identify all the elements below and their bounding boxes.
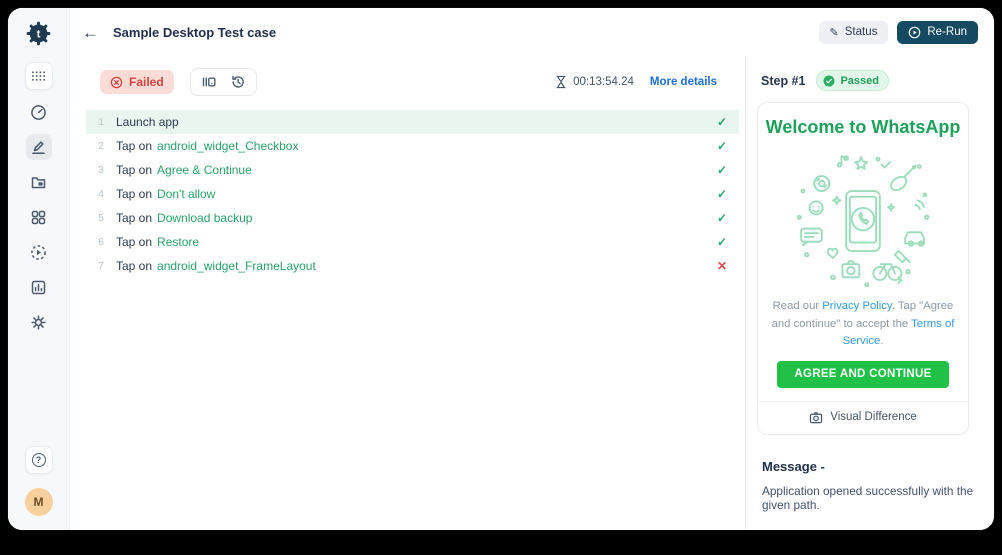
step-number: 3 [86, 165, 116, 176]
status-button[interactable]: ✎ Status [819, 21, 889, 44]
question-mark-icon: ? [32, 453, 46, 467]
hourglass-icon [555, 75, 567, 89]
passed-status-badge: Passed [816, 70, 889, 91]
step-action: Tap on [116, 211, 152, 225]
test-editor-pencil-icon[interactable] [26, 134, 52, 160]
test-runs-play-icon[interactable] [26, 239, 52, 265]
step-passed-icon: ✓ [717, 163, 727, 177]
left-nav-rail: t [8, 8, 70, 530]
privacy-pre: Read our [773, 300, 823, 312]
privacy-post: . [880, 335, 883, 347]
passed-badge-label: Passed [840, 75, 879, 87]
step-target: Restore [157, 235, 199, 249]
user-avatar[interactable]: M [25, 488, 53, 516]
whatsapp-doodle-illustration [788, 146, 938, 296]
step-number: 4 [86, 189, 116, 200]
step-number: 1 [86, 117, 116, 128]
logo-letter: t [37, 28, 41, 40]
duration-timer: 00:13:54.24 [555, 75, 634, 89]
circle-x-icon [110, 76, 123, 89]
step-target: android_widget_Checkbox [157, 139, 298, 153]
more-details-link[interactable]: More details [650, 76, 717, 88]
settings-gear-icon[interactable] [26, 309, 52, 335]
step-row-5[interactable]: 5 Tap on Download backup ✓ [86, 206, 739, 230]
step-row-7[interactable]: 7 Tap on android_widget_FrameLayout ✕ [86, 254, 739, 278]
failed-badge-label: Failed [129, 75, 164, 89]
step-number: 6 [86, 237, 116, 248]
message-body: Application opened successfully with the… [762, 484, 978, 512]
step-action: Tap on [116, 187, 152, 201]
reports-chart-icon[interactable] [26, 274, 52, 300]
check-circle-icon [823, 75, 835, 87]
step-passed-icon: ✓ [717, 115, 727, 129]
dashboard-gauge-icon[interactable] [26, 99, 52, 125]
step-passed-icon: ✓ [717, 211, 727, 225]
step-detail-title: Step #1 [761, 74, 805, 88]
back-arrow-icon[interactable]: ← [82, 24, 99, 41]
step-target: android_widget_FrameLayout [157, 259, 316, 273]
agree-and-continue-button[interactable]: AGREE AND CONTINUE [777, 361, 949, 388]
projects-folder-icon[interactable] [26, 169, 52, 195]
failed-status-badge[interactable]: Failed [100, 70, 174, 94]
step-action: Tap on [116, 139, 152, 153]
step-target: Don't allow [157, 187, 215, 201]
step-row-6[interactable]: 6 Tap on Restore ✓ [86, 230, 739, 254]
view-toggle-group [190, 68, 257, 96]
edit-pencil-icon: ✎ [830, 26, 839, 39]
step-failed-icon: ✕ [717, 259, 727, 273]
camera-icon [809, 411, 823, 424]
step-passed-icon: ✓ [717, 187, 727, 201]
brand-gear-logo[interactable]: t [26, 21, 51, 46]
step-row-3[interactable]: 3 Tap on Agree & Continue ✓ [86, 158, 739, 182]
privacy-text: Read our Privacy Policy. Tap "Agree and … [771, 298, 955, 351]
apps-grid-icon[interactable] [25, 62, 53, 90]
step-target: Download backup [157, 211, 252, 225]
compare-view-icon[interactable] [201, 74, 217, 90]
step-detail-panel: Step #1 Passed Welcome to WhatsApp [746, 56, 994, 530]
step-row-4[interactable]: 4 Tap on Don't allow ✓ [86, 182, 739, 206]
device-screenshot-card: Welcome to WhatsApp [757, 102, 969, 435]
modules-grid-icon[interactable] [26, 204, 52, 230]
status-button-label: Status [845, 26, 878, 38]
duration-value: 00:13:54.24 [573, 76, 634, 88]
visual-difference-label: Visual Difference [830, 411, 917, 423]
app-window: t [8, 8, 994, 530]
steps-list: 1 Launch app ✓ 2 Tap on android_widget_C… [86, 110, 739, 278]
step-action: Launch app [116, 115, 179, 129]
step-number: 2 [86, 141, 116, 152]
step-action: Tap on [116, 163, 152, 177]
whatsapp-welcome-title: Welcome to WhatsApp [758, 117, 968, 138]
step-target: Agree & Continue [157, 163, 252, 177]
page-title: Sample Desktop Test case [113, 25, 276, 40]
top-bar-actions: ✎ Status Re-Run [819, 21, 978, 44]
help-icon[interactable]: ? [25, 446, 53, 474]
step-action: Tap on [116, 259, 152, 273]
rerun-button[interactable]: Re-Run [897, 21, 978, 44]
test-steps-panel: Failed [70, 56, 745, 530]
step-action: Tap on [116, 235, 152, 249]
history-icon[interactable] [230, 74, 246, 90]
step-number: 5 [86, 213, 116, 224]
visual-difference-button[interactable]: Visual Difference [758, 401, 968, 434]
play-circle-icon [908, 26, 921, 39]
steps-toolbar: Failed [70, 56, 745, 96]
step-passed-icon: ✓ [717, 139, 727, 153]
message-title: Message - [762, 459, 994, 474]
rerun-button-label: Re-Run [927, 26, 967, 38]
step-number: 7 [86, 261, 116, 272]
step-row-1[interactable]: 1 Launch app ✓ [86, 110, 739, 134]
step-row-2[interactable]: 2 Tap on android_widget_Checkbox ✓ [86, 134, 739, 158]
top-bar: ← Sample Desktop Test case ✎ Status Re-R… [70, 8, 994, 56]
privacy-policy-link[interactable]: Privacy Policy [822, 300, 891, 312]
step-passed-icon: ✓ [717, 235, 727, 249]
